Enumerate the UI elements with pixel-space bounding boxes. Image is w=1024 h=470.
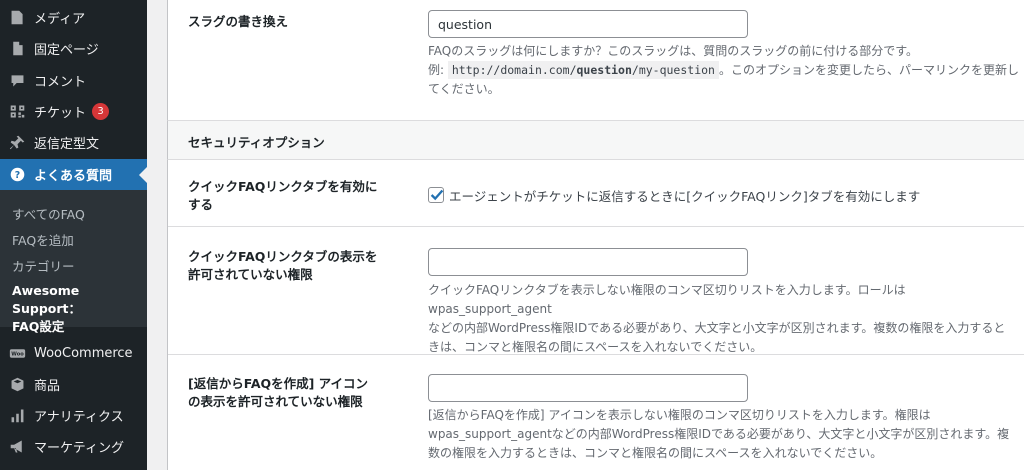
- svg-text:Woo: Woo: [11, 352, 24, 358]
- quick-faq-permission-description: クイックFAQリンクタブを表示しない権限のコンマ区切りリストを入力します。ロール…: [428, 283, 1006, 354]
- reply-faq-permission-description: [返信からFAQを作成] アイコンを表示しない権限のコンマ区切りリストを入力しま…: [428, 408, 1010, 460]
- menu-item-media[interactable]: メディア: [0, 2, 147, 33]
- submenu-faq-settings[interactable]: Awesome Support： FAQ設定: [12, 282, 147, 336]
- slug-desc-line3: てください。: [428, 82, 500, 96]
- faq-submenu: すべてのFAQ FAQを追加 カテゴリー Awesome Support： FA…: [0, 190, 147, 334]
- active-indicator: [139, 167, 147, 183]
- quick-faq-permission-input[interactable]: [428, 248, 748, 276]
- menu-item-analytics[interactable]: アナリティクス: [0, 400, 147, 431]
- pin-icon: [8, 134, 26, 152]
- quick-faq-enable-checkbox[interactable]: [428, 187, 444, 203]
- ticket-icon: [8, 103, 26, 121]
- menu-item-faq[interactable]: ? よくある質問: [0, 159, 147, 190]
- submenu-faq-settings-line1: Awesome Support：: [12, 283, 82, 316]
- menu-item-label: 固定ページ: [34, 43, 99, 58]
- menu-item-tickets[interactable]: チケット 3: [0, 96, 147, 127]
- menu-item-label: よくある質問: [34, 169, 113, 184]
- reply-faq-permission-input[interactable]: [428, 374, 748, 402]
- menu-item-label: WooCommerce: [34, 346, 133, 361]
- slug-desc-after-code: 。このオプションを変更したら、パーマリンクを更新し: [718, 63, 1019, 77]
- menu-item-marketing[interactable]: マーケティング: [0, 431, 147, 462]
- menu-item-label: コメント: [34, 75, 87, 90]
- menu-item-label: アナリティクス: [34, 410, 124, 425]
- submenu-add-faq[interactable]: FAQを追加: [12, 230, 74, 249]
- page-icon: [8, 40, 26, 58]
- megaphone-icon: [8, 438, 26, 456]
- box-icon: [8, 376, 26, 394]
- slug-description: FAQのスラッグは何にしますか？このスラッグは、質問のスラッグの前に付ける部分で…: [428, 42, 1024, 99]
- security-settings-panel: クイックFAQリンクタブを有効に する エージェントがチケットに返信するときに[…: [167, 160, 1024, 470]
- menu-item-label: 返信定型文: [34, 137, 100, 152]
- menu-item-comments[interactable]: コメント: [0, 65, 147, 96]
- submenu-categories[interactable]: カテゴリー: [12, 256, 75, 275]
- menu-item-label: 商品: [34, 379, 61, 394]
- comment-icon: [8, 72, 26, 90]
- question-icon: ?: [8, 166, 26, 184]
- slug-desc-line2: 例: http://domain.com/question/my-questio…: [428, 61, 1024, 80]
- analytics-icon: [8, 407, 26, 425]
- menu-item-label: メディア: [34, 12, 86, 27]
- slug-settings-panel: スラグの書き換え FAQのスラッグは何にしますか？このスラッグは、質問のスラッグ…: [167, 0, 1024, 120]
- quick-faq-enable-label: クイックFAQリンクタブを有効に する: [188, 179, 378, 212]
- quick-faq-enable-description: エージェントがチケットに返信するときに[クイックFAQリンク]タブを有効にします: [449, 189, 921, 204]
- admin-sidebar: メディア 固定ページ コメント チケット 3 返信定型文 ? よくある質問 すべ…: [0, 0, 147, 470]
- security-section-header: セキュリティオプション: [167, 120, 1024, 160]
- security-section-title: セキュリティオプション: [188, 135, 325, 150]
- submenu-faq-settings-line2: FAQ設定: [12, 319, 65, 334]
- menu-item-pages[interactable]: 固定ページ: [0, 33, 147, 64]
- checkmark-icon: [430, 189, 444, 201]
- slug-label: スラグの書き換え: [188, 14, 289, 29]
- ticket-count-badge: 3: [92, 103, 110, 120]
- settings-content: スラグの書き換え FAQのスラッグは何にしますか？このスラッグは、質問のスラッグ…: [147, 0, 1024, 470]
- quick-faq-permission-label: クイックFAQリンクタブの表示を 許可されていない権限: [188, 249, 378, 282]
- row-divider: [168, 226, 1024, 227]
- slug-input[interactable]: [428, 10, 748, 38]
- submenu-all-faq[interactable]: すべてのFAQ: [12, 204, 85, 223]
- menu-item-label: チケット: [34, 106, 87, 121]
- woocommerce-icon: Woo: [8, 345, 26, 363]
- svg-text:?: ?: [14, 170, 19, 181]
- menu-item-canned-replies[interactable]: 返信定型文: [0, 127, 147, 158]
- slug-example-code: http://domain.com/question/my-question: [447, 61, 719, 79]
- media-icon: [8, 9, 26, 27]
- reply-faq-permission-label: [返信からFAQを作成] アイコン の表示を許可されていない権限: [188, 376, 369, 409]
- slug-desc-line1: FAQのスラッグは何にしますか？このスラッグは、質問のスラッグの前に付ける部分で…: [428, 44, 919, 58]
- menu-item-woocommerce[interactable]: Woo WooCommerce: [0, 338, 147, 369]
- row-divider: [168, 354, 1024, 355]
- menu-item-products[interactable]: 商品: [0, 369, 147, 400]
- slug-desc-example-prefix: 例:: [428, 63, 445, 77]
- menu-item-label: マーケティング: [34, 441, 124, 456]
